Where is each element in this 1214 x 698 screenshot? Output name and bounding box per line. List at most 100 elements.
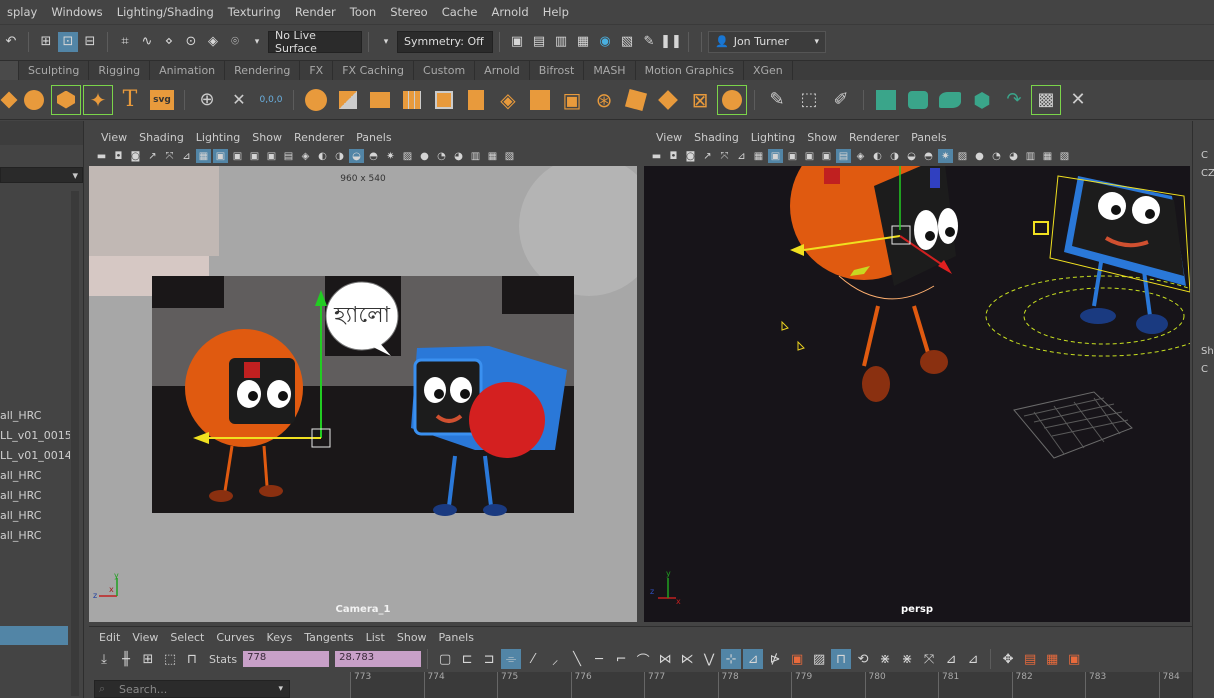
snap-live-icon[interactable]: ⌾	[225, 32, 245, 52]
menu-item-toon[interactable]: Toon	[343, 5, 383, 19]
viewport-tool-icon[interactable]: ▥	[468, 149, 483, 163]
viewport-tool-icon[interactable]: ⤧	[717, 149, 732, 163]
viewport-tool-icon[interactable]: ▥	[1023, 149, 1038, 163]
viewport-tool-icon[interactable]: ◒	[904, 149, 919, 163]
teal-wave-icon[interactable]	[935, 85, 965, 115]
grid-icon[interactable]	[397, 85, 427, 115]
select-object-icon[interactable]: ⊡	[58, 31, 78, 52]
snap-grid-icon[interactable]: ⌗	[115, 32, 135, 52]
graph-menu-curves[interactable]: Curves	[210, 631, 260, 644]
viewport-tool-icon[interactable]: ⊿	[179, 149, 194, 163]
viewport-tool-icon[interactable]: ▣	[802, 149, 817, 163]
magnet-icon[interactable]: ⊓	[831, 649, 852, 669]
live-surface-field[interactable]: No Live Surface	[268, 29, 362, 55]
pencil-icon[interactable]: ✐	[826, 85, 856, 115]
box-icon[interactable]	[525, 85, 555, 115]
frame-all-icon[interactable]: ▢	[435, 649, 455, 669]
manip-x-arrow[interactable]	[790, 244, 804, 256]
select-component-icon[interactable]: ⊟	[80, 32, 100, 52]
viewport-tool-icon[interactable]: ●	[417, 149, 432, 163]
locator-marker[interactable]	[781, 320, 789, 331]
viewport-tool-icon[interactable]: ◐	[870, 149, 885, 163]
outliner-item[interactable]: all_HRC	[0, 406, 70, 426]
bbox-icon[interactable]: ⬚	[794, 85, 824, 115]
checker-icon[interactable]: ▩	[1031, 84, 1061, 115]
menu-item-stereo[interactable]: Stereo	[383, 5, 434, 19]
break-tangent-icon[interactable]: ⋁	[699, 649, 719, 669]
viewport-tool-icon[interactable]: ▤	[281, 149, 296, 163]
viewport-tool-icon[interactable]: ▦	[196, 149, 211, 163]
locator-marker[interactable]	[797, 340, 805, 351]
panel-menu-lighting[interactable]: Lighting	[190, 131, 246, 144]
menu-item-help[interactable]: Help	[536, 5, 576, 19]
viewport-tool-icon[interactable]: ◓	[366, 149, 381, 163]
panel-menu-show[interactable]: Show	[801, 131, 843, 144]
tab-animation[interactable]: Animation	[150, 60, 226, 81]
viewport-tool-icon[interactable]: ▧	[1057, 149, 1072, 163]
isolate-curve-icon[interactable]: ▣	[787, 649, 807, 669]
viewport-tool-icon[interactable]: ▣	[819, 149, 834, 163]
tangent-plateau-icon[interactable]: ⌒	[633, 649, 653, 669]
snap-curve-icon[interactable]: ∿	[137, 32, 157, 52]
arrow-curve-icon[interactable]: ↷	[999, 85, 1029, 115]
pause-icon[interactable]: ❚❚	[660, 32, 682, 52]
graph-menu-panels[interactable]: Panels	[433, 631, 480, 644]
panel-menu-renderer[interactable]: Renderer	[288, 131, 350, 144]
cage-icon[interactable]: ⊠	[685, 85, 715, 115]
dopesheet-icon[interactable]: ▤	[1020, 649, 1040, 669]
viewport-tool-icon[interactable]: ▦	[485, 149, 500, 163]
menu-item-splay[interactable]: splay	[0, 5, 44, 19]
tab-active[interactable]	[0, 60, 19, 81]
viewport-tool-icon[interactable]: ◘	[666, 149, 681, 163]
viewport-tool-icon[interactable]: ↗	[145, 149, 160, 163]
panel-menu-panels[interactable]: Panels	[905, 131, 952, 144]
render-settings-icon[interactable]: ▦	[573, 32, 593, 52]
camera-viewport[interactable]: হ্যালো z x y 960 x 540 Camera_1	[89, 166, 637, 622]
menu-item-lightingshading[interactable]: Lighting/Shading	[110, 5, 221, 19]
viewport-tool-icon[interactable]: ◙	[128, 149, 143, 163]
viewport-tool-icon[interactable]: ◐	[315, 149, 330, 163]
extrude-icon[interactable]	[461, 85, 491, 115]
bracket-poly-icon[interactable]	[51, 84, 81, 115]
chevron-down-icon[interactable]: ▾	[247, 32, 267, 52]
viewport-tool-icon[interactable]: ▨	[955, 149, 970, 163]
viewport-tool-icon[interactable]: ◓	[921, 149, 936, 163]
select-hierarchy-icon[interactable]: ⊞	[36, 32, 56, 52]
viewport-tool-icon[interactable]: ▨	[400, 149, 415, 163]
viewport-tool-icon[interactable]: ▣	[264, 149, 279, 163]
menu-item-windows[interactable]: Windows	[44, 5, 109, 19]
origin-icon[interactable]: 0,0,0	[256, 85, 286, 115]
viewport-tool-icon[interactable]: ◔	[434, 149, 449, 163]
viewport-tool-icon[interactable]: ▧	[502, 149, 517, 163]
retime-icon[interactable]: ⊓	[182, 649, 202, 669]
viewport-tool-icon[interactable]: ◘	[111, 149, 126, 163]
viewport-tool-icon[interactable]: ▦	[751, 149, 766, 163]
viewport-tool-icon[interactable]: ▬	[649, 149, 664, 163]
panel-menu-shading[interactable]: Shading	[688, 131, 745, 144]
viewport-tool-icon[interactable]: ▣	[785, 149, 800, 163]
tab-fx[interactable]: FX	[300, 60, 334, 81]
outliner-item[interactable]: all_HRC	[0, 486, 70, 506]
tab-fxcaching[interactable]: FX Caching	[333, 60, 415, 81]
lattice-icon[interactable]: ⊞	[138, 649, 158, 669]
locator-icon[interactable]: ⊕	[192, 85, 222, 115]
arnold-tool-icon[interactable]: ✎	[639, 32, 659, 52]
graph-menu-view[interactable]: View	[126, 631, 164, 644]
outliner-item[interactable]: all_HRC	[0, 466, 70, 486]
viewport-tool-icon[interactable]: ◕	[1006, 149, 1021, 163]
viewport-tool-icon[interactable]: ▣	[768, 149, 783, 163]
tab-mash[interactable]: MASH	[584, 60, 636, 81]
tab-xgen[interactable]: XGen	[744, 60, 793, 81]
tangent-clamped-icon[interactable]: ⸝	[545, 649, 565, 669]
layers-icon[interactable]: ◈	[493, 85, 523, 115]
menu-item-cache[interactable]: Cache	[435, 5, 485, 19]
frame-icon[interactable]: ▣	[557, 85, 587, 115]
pen-icon[interactable]: ✎	[762, 85, 792, 115]
snap-point-icon[interactable]: ⋄	[159, 32, 179, 52]
tangent-spline-icon[interactable]: ⁄	[523, 649, 543, 669]
snap-view-icon[interactable]: ⊙	[181, 32, 201, 52]
graph-menu-tangents[interactable]: Tangents	[298, 631, 359, 644]
outliner-item[interactable]: LL_v01_0015:B	[0, 426, 70, 446]
tangent-linear-icon[interactable]: ╲	[567, 649, 587, 669]
menu-item-arnold[interactable]: Arnold	[484, 5, 535, 19]
